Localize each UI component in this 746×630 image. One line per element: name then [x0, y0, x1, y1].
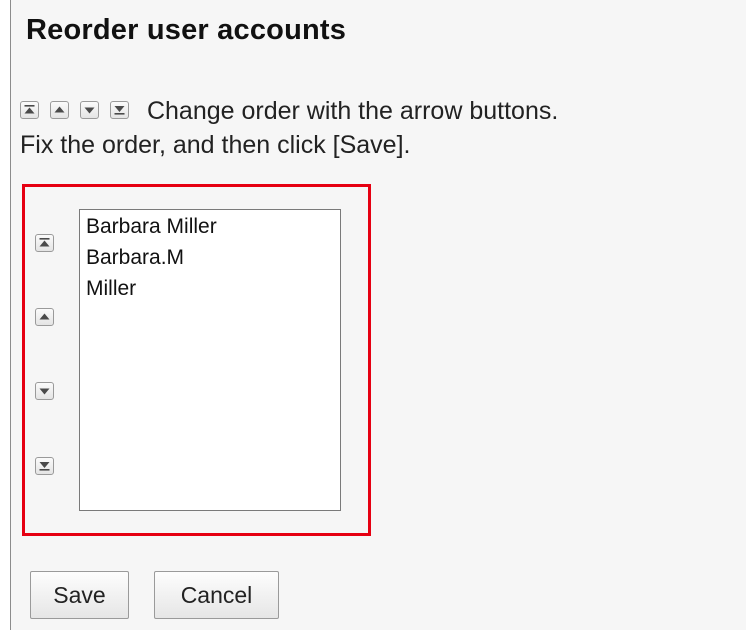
list-item[interactable]: Barbara.M: [86, 242, 334, 273]
move-down-button[interactable]: [35, 382, 54, 400]
move-down-icon: [39, 388, 50, 395]
move-to-top-icon: [39, 238, 50, 247]
reorder-panel: Reorder user accounts Change order with …: [10, 0, 746, 630]
save-button[interactable]: Save: [30, 571, 129, 619]
move-to-top-button[interactable]: [35, 234, 54, 252]
move-to-bottom-button[interactable]: [35, 457, 54, 475]
move-to-top-icon: [20, 101, 39, 119]
list-item[interactable]: Barbara Miller: [86, 211, 334, 242]
move-up-icon: [39, 313, 50, 320]
list-item[interactable]: Miller: [86, 273, 334, 304]
user-account-listbox[interactable]: Barbara Miller Barbara.M Miller: [79, 209, 341, 511]
instructions: Change order with the arrow buttons. Fix…: [20, 94, 745, 162]
page-title: Reorder user accounts: [26, 14, 347, 46]
move-up-icon: [50, 101, 69, 119]
legend-icons: [20, 97, 147, 125]
move-down-icon: [80, 101, 99, 119]
instructions-line-2: Fix the order, and then click [Save].: [20, 131, 411, 159]
highlighted-reorder-area: Barbara Miller Barbara.M Miller: [22, 184, 371, 536]
instructions-line-1: Change order with the arrow buttons.: [146, 97, 559, 125]
move-to-bottom-icon: [39, 462, 50, 471]
move-to-bottom-icon: [110, 101, 129, 119]
cancel-button[interactable]: Cancel: [154, 571, 279, 619]
move-up-button[interactable]: [35, 308, 54, 326]
